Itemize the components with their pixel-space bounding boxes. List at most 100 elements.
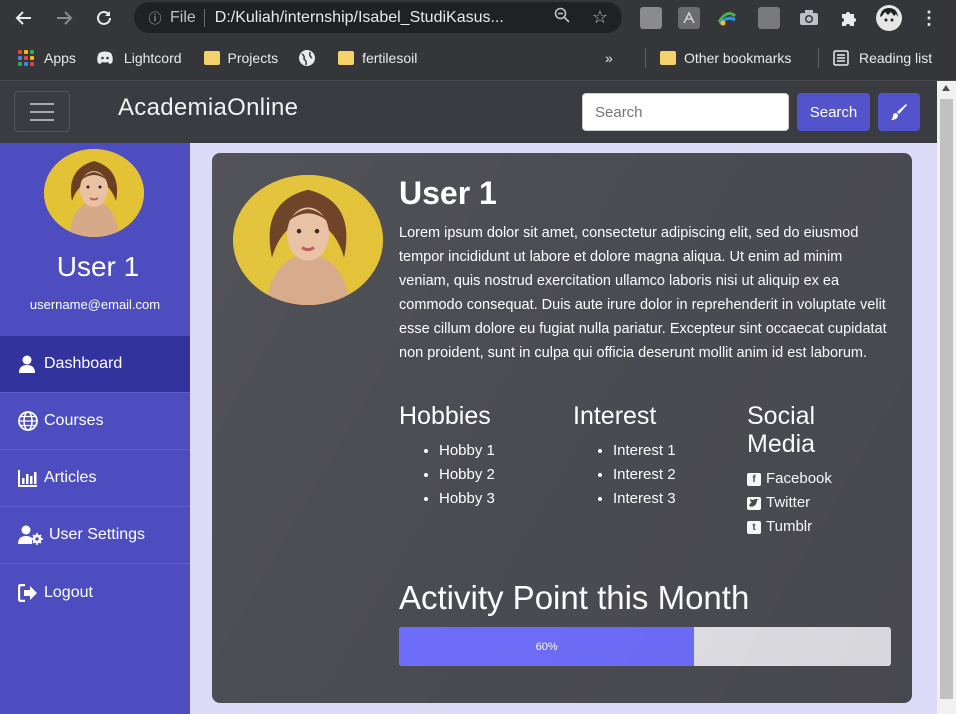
profile-card: User 1 Lorem ipsum dolor sit amet, conse… — [212, 153, 912, 703]
overflow-chevron-icon: » — [605, 50, 613, 66]
page-viewport: AcademiaOnline Search User 1 use — [0, 81, 937, 714]
reading-list-icon — [833, 50, 849, 66]
bookmark-lightcord[interactable]: Lightcord — [96, 36, 182, 81]
list-item: Interest 3 — [613, 487, 676, 511]
discord-icon — [97, 51, 113, 64]
extension-gray-icon[interactable] — [640, 7, 662, 29]
profile-avatar — [233, 175, 383, 305]
pdf-extension-icon[interactable] — [678, 7, 700, 29]
social-link-facebook[interactable]: f Facebook — [747, 467, 857, 491]
list-item: Hobby 1 — [439, 439, 495, 463]
bookmark-projects[interactable]: Projects — [203, 36, 279, 81]
social-label: Facebook — [766, 470, 832, 487]
sidebar-item-label: Dashboard — [44, 355, 123, 372]
hamburger-menu-button[interactable] — [14, 91, 70, 132]
bookmark-label: Apps — [44, 50, 76, 66]
social-title: Social Media — [747, 402, 816, 458]
sidebar-item-articles[interactable]: Articles — [0, 450, 190, 507]
interest-section: Interest Interest 1 Interest 2 Interest … — [573, 402, 676, 511]
list-item: Hobby 3 — [439, 487, 495, 511]
url-text[interactable]: D:/Kuliah/internship/Isabel_StudiKasus..… — [215, 9, 525, 27]
search-input[interactable] — [582, 93, 789, 131]
bookmarks-bar: Apps Lightcord Projects fertilesoil » Ot… — [0, 36, 956, 81]
list-item: Interest 2 — [613, 463, 676, 487]
hobbies-list: Hobby 1 Hobby 2 Hobby 3 — [399, 439, 495, 511]
sidebar: User 1 username@email.com Dashboard Cour… — [0, 143, 190, 714]
bookmarks-overflow[interactable]: » — [605, 36, 613, 81]
menu-dots-icon[interactable]: ⋮ — [918, 7, 940, 29]
sidebar-user-name: User 1 — [56, 251, 140, 282]
theme-button[interactable] — [878, 93, 920, 131]
sidebar-item-label: Articles — [44, 469, 97, 486]
reading-list[interactable]: Reading list — [833, 36, 932, 81]
social-section: Social Media f Facebook Twitter t Tumblr — [747, 402, 857, 539]
puzzle-extensions-icon[interactable] — [838, 7, 860, 29]
hands-extension-icon[interactable] — [758, 7, 780, 29]
back-button[interactable] — [4, 0, 44, 36]
reload-icon — [97, 10, 111, 25]
bar-chart-icon — [18, 469, 40, 487]
browser-toolbar: ⓘ File D:/Kuliah/internship/Isabel_Studi… — [0, 0, 956, 36]
sidebar-menu: Dashboard Courses Articles User Settings… — [0, 336, 190, 621]
apps-grid-icon — [18, 50, 34, 66]
sidebar-item-dashboard[interactable]: Dashboard — [0, 336, 190, 393]
info-icon[interactable]: ⓘ — [140, 8, 170, 27]
paint-brush-icon — [891, 104, 907, 120]
bookmark-divider — [818, 48, 819, 68]
bookmark-apps[interactable]: Apps — [18, 36, 76, 81]
bookmark-divider — [645, 48, 646, 68]
reload-button[interactable] — [84, 0, 124, 36]
social-link-twitter[interactable]: Twitter — [747, 491, 857, 515]
sidebar-item-courses[interactable]: Courses — [0, 393, 190, 450]
arrow-right-icon — [57, 11, 73, 25]
sidebar-item-label: Courses — [44, 412, 104, 429]
bookmark-label: Lightcord — [123, 50, 182, 66]
bookmark-label: fertilesoil — [362, 50, 418, 66]
url-scheme-label: File — [170, 8, 196, 26]
activity-progress-label: 60% — [535, 640, 558, 653]
profile-avatar[interactable] — [876, 5, 902, 31]
activity-title: Activity Point this Month — [399, 579, 750, 616]
globe-icon — [299, 50, 316, 66]
reading-list-label: Reading list — [859, 50, 933, 66]
url-separator — [203, 8, 205, 27]
social-link-tumblr[interactable]: t Tumblr — [747, 515, 857, 539]
bookmark-globe[interactable] — [298, 36, 316, 81]
other-bookmarks[interactable]: Other bookmarks — [660, 36, 791, 81]
zoom-icon[interactable] — [554, 7, 570, 28]
list-item: Interest 1 — [613, 439, 676, 463]
color-extension-icon[interactable] — [716, 7, 738, 29]
sign-out-icon — [18, 583, 40, 602]
scroll-up-arrow-icon[interactable] — [942, 85, 950, 91]
bookmark-label: Projects — [227, 50, 279, 66]
profile-bio: Lorem ipsum dolor sit amet, consectetur … — [399, 225, 887, 361]
folder-icon — [660, 51, 676, 65]
arrow-left-icon — [15, 11, 31, 25]
sidebar-item-logout[interactable]: Logout — [0, 564, 190, 621]
folder-icon — [338, 51, 355, 65]
facebook-icon: f — [747, 472, 761, 486]
twitter-icon — [747, 496, 761, 510]
browser-window: ⓘ File D:/Kuliah/internship/Isabel_Studi… — [0, 0, 956, 714]
user-icon — [18, 355, 40, 373]
search-button[interactable]: Search — [797, 93, 870, 131]
bookmark-fertilesoil[interactable]: fertilesoil — [338, 36, 417, 81]
social-list: f Facebook Twitter t Tumblr — [747, 467, 857, 539]
vertical-scrollbar[interactable] — [937, 81, 956, 714]
forward-button[interactable] — [44, 0, 84, 36]
globe-icon — [18, 411, 40, 431]
sidebar-avatar — [44, 149, 144, 237]
top-navbar: AcademiaOnline Search — [0, 81, 937, 143]
sidebar-item-user-settings[interactable]: User Settings — [0, 507, 190, 564]
bookmark-star-icon[interactable]: ☆ — [592, 7, 608, 28]
scrollbar-thumb[interactable] — [940, 99, 953, 699]
sidebar-item-label: User Settings — [49, 526, 146, 543]
camera-extension-icon[interactable] — [798, 7, 820, 29]
activity-progress-bar: 60% — [399, 627, 891, 666]
sidebar-user-email: username@email.com — [29, 297, 161, 312]
social-label: Twitter — [766, 494, 811, 511]
address-bar[interactable]: ⓘ File D:/Kuliah/internship/Isabel_Studi… — [134, 2, 622, 33]
interest-title: Interest — [573, 402, 657, 430]
hobbies-section: Hobbies Hobby 1 Hobby 2 Hobby 3 — [399, 402, 495, 511]
brand-title[interactable]: AcademiaOnline — [118, 94, 298, 122]
